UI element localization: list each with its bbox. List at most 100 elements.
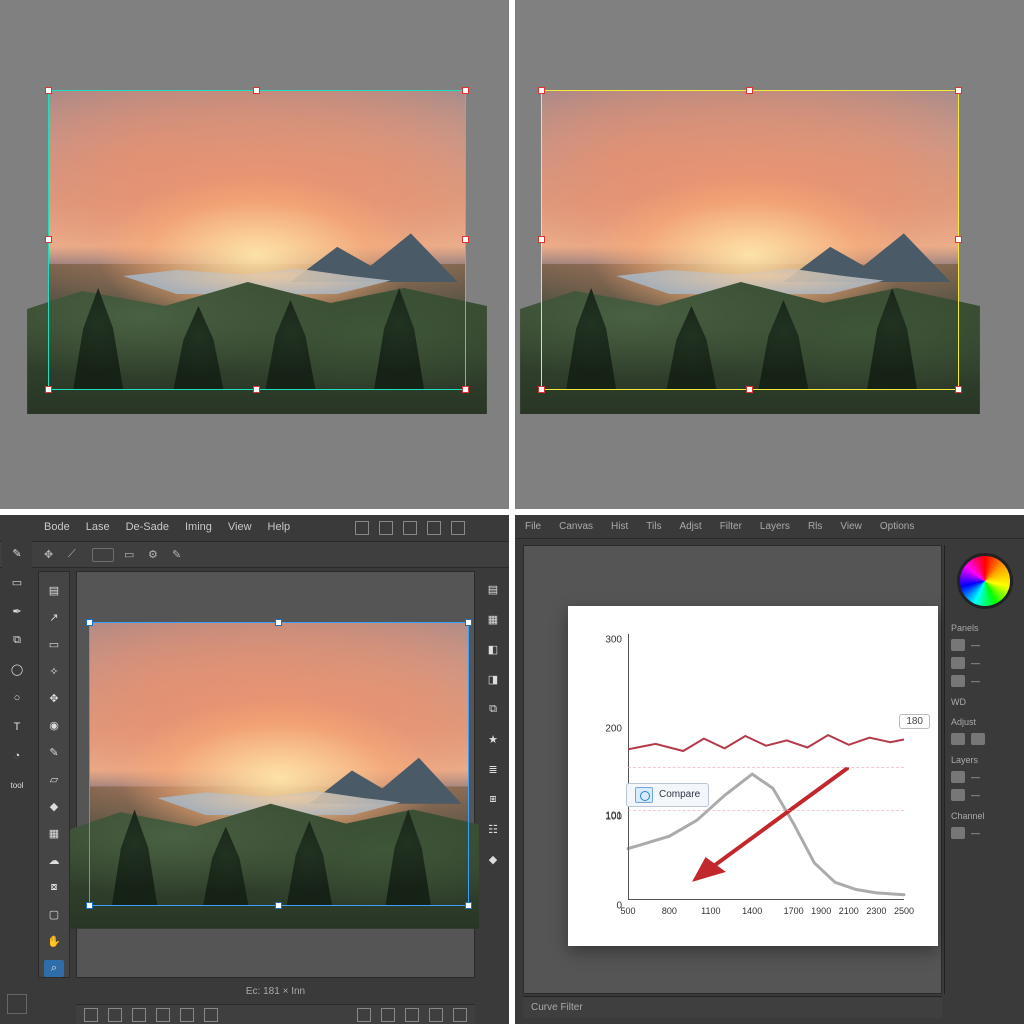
quadrant-bottom-right-editor: File Canvas Hist Tils Adjst Filter Layer…	[515, 515, 1024, 1024]
menu-item[interactable]: Help	[268, 521, 291, 535]
gear-icon[interactable]: ⚙	[148, 548, 162, 562]
document-canvas[interactable]: Compare 180 0101200300100500800110014001…	[523, 545, 942, 994]
shape-tool-icon[interactable]: ▢	[44, 906, 64, 923]
panel-icon[interactable]: ≣	[483, 759, 503, 779]
path-tool-icon[interactable]: ⟋	[68, 548, 82, 562]
panel-row[interactable]: —	[951, 639, 1018, 651]
options-icon[interactable]	[355, 521, 369, 535]
clone-tool-icon[interactable]: ⧇	[44, 879, 64, 896]
pen-tool-icon[interactable]: ✒	[7, 601, 27, 621]
move-handle-icon[interactable]: ✥	[44, 690, 64, 707]
brush-tool-icon[interactable]: ✎	[7, 543, 27, 563]
menu-item[interactable]: View	[228, 521, 252, 535]
compare-icon	[635, 787, 653, 803]
hand-tool-icon[interactable]: ✋	[44, 933, 64, 950]
ellipse-tool-icon[interactable]: ○	[7, 688, 27, 708]
options-icon[interactable]	[403, 521, 417, 535]
bottom-icon[interactable]	[156, 1008, 170, 1022]
wand-tool-icon[interactable]: ✧	[44, 663, 64, 680]
fill-tool-icon[interactable]: ◆	[44, 798, 64, 815]
y-tick-label: 200	[605, 723, 622, 734]
rect-tool-icon[interactable]: ▭	[124, 548, 138, 562]
menu-item[interactable]: Canvas	[559, 521, 593, 532]
gradient-tool-icon[interactable]: ▦	[44, 825, 64, 842]
panel-row[interactable]: —	[951, 675, 1018, 687]
options-icon[interactable]	[379, 521, 393, 535]
eyedropper-icon[interactable]: ◉	[44, 717, 64, 734]
bottom-icon[interactable]	[108, 1008, 122, 1022]
landscape-photo[interactable]	[89, 622, 469, 906]
menu-item[interactable]: De-Sade	[126, 521, 169, 535]
secondary-toolbar: ▤ ↗ ▭ ✧ ✥ ◉ ✎ ▱ ◆ ▦ ☁ ⧇ ▢ ✋ ⌕	[38, 571, 70, 978]
menu-item[interactable]: Iming	[185, 521, 212, 535]
zoom-out-icon[interactable]	[357, 1008, 371, 1022]
zoom-in-icon[interactable]	[381, 1008, 395, 1022]
curves-icon	[971, 733, 985, 745]
lasso-tool-icon[interactable]: ◯	[7, 659, 27, 679]
text-tool-icon[interactable]: T	[7, 717, 27, 737]
panel-row[interactable]	[951, 733, 1018, 745]
smudge-tool-icon[interactable]: ☁	[44, 852, 64, 869]
select-tool-icon[interactable]: ▭	[7, 572, 27, 592]
value-badge: 180	[899, 714, 930, 729]
options-icon[interactable]	[427, 521, 441, 535]
canvas-area[interactable]	[0, 0, 509, 509]
panel-row[interactable]: —	[951, 657, 1018, 669]
landscape-photo[interactable]	[48, 90, 466, 390]
x-tick-label: 2300	[866, 906, 886, 916]
menu-item[interactable]: File	[525, 521, 541, 532]
gridline	[628, 810, 904, 811]
hand-icon[interactable]	[429, 1008, 443, 1022]
menu-item[interactable]: Adjst	[679, 521, 701, 532]
color-swatch[interactable]	[7, 994, 27, 1014]
panel-icon[interactable]: ▦	[483, 609, 503, 629]
fit-icon[interactable]	[405, 1008, 419, 1022]
dropdown-field[interactable]	[92, 548, 114, 562]
clock-tool-icon[interactable]: ◔	[7, 746, 27, 766]
bottom-icon[interactable]	[180, 1008, 194, 1022]
panel-icon[interactable]: ★	[483, 729, 503, 749]
panel-row[interactable]: —	[951, 789, 1018, 801]
menu-item[interactable]: Filter	[720, 521, 742, 532]
panel-icon[interactable]: ⧉	[483, 699, 503, 719]
bottom-icon[interactable]	[204, 1008, 218, 1022]
menu-item[interactable]: Tils	[646, 521, 661, 532]
panel-section-label: Panels	[951, 623, 1018, 633]
layer-icon[interactable]: ▤	[44, 582, 64, 599]
menu-item[interactable]: Rls	[808, 521, 822, 532]
menu-item[interactable]: View	[840, 521, 862, 532]
options-icon[interactable]	[451, 521, 465, 535]
panel-icon[interactable]: ☷	[483, 819, 503, 839]
menu-item[interactable]: Layers	[760, 521, 790, 532]
color-wheel[interactable]	[957, 553, 1013, 609]
menu-item[interactable]: Lase	[86, 521, 110, 535]
eraser-tool-icon[interactable]: ▱	[44, 771, 64, 788]
zoom-tool-icon[interactable]: ⌕	[44, 960, 64, 977]
panel-icon[interactable]: ◨	[483, 669, 503, 689]
panel-icon[interactable]: ⧆	[483, 789, 503, 809]
crop-tool-icon[interactable]: ⧉	[7, 630, 27, 650]
panel-icon[interactable]: ◧	[483, 639, 503, 659]
menu-item[interactable]: Hist	[611, 521, 628, 532]
document-canvas[interactable]	[76, 571, 475, 978]
menu-item[interactable]: Options	[880, 521, 914, 532]
canvas-area[interactable]	[515, 0, 1024, 509]
panel-row[interactable]: —	[951, 771, 1018, 783]
panel-row[interactable]: —	[951, 827, 1018, 839]
eye-icon	[951, 639, 965, 651]
menu-item[interactable]: Bode	[44, 521, 70, 535]
panel-icon[interactable]: ◆	[483, 849, 503, 869]
landscape-render	[48, 90, 466, 390]
panel-icon[interactable]: ▤	[483, 579, 503, 599]
rect-tool-icon[interactable]: ▭	[44, 636, 64, 653]
bottom-icon[interactable]	[84, 1008, 98, 1022]
compare-button[interactable]: Compare	[626, 783, 709, 807]
arrow-tool-icon[interactable]: ↗	[44, 609, 64, 626]
brush-icon[interactable]: ✎	[172, 548, 186, 562]
chart-card[interactable]: Compare 180 0101200300100500800110014001…	[568, 606, 938, 946]
landscape-photo[interactable]	[541, 90, 959, 390]
pencil-tool-icon[interactable]: ✎	[44, 744, 64, 761]
move-tool-icon[interactable]: ✥	[44, 548, 58, 562]
layers-icon[interactable]	[453, 1008, 467, 1022]
bottom-icon[interactable]	[132, 1008, 146, 1022]
